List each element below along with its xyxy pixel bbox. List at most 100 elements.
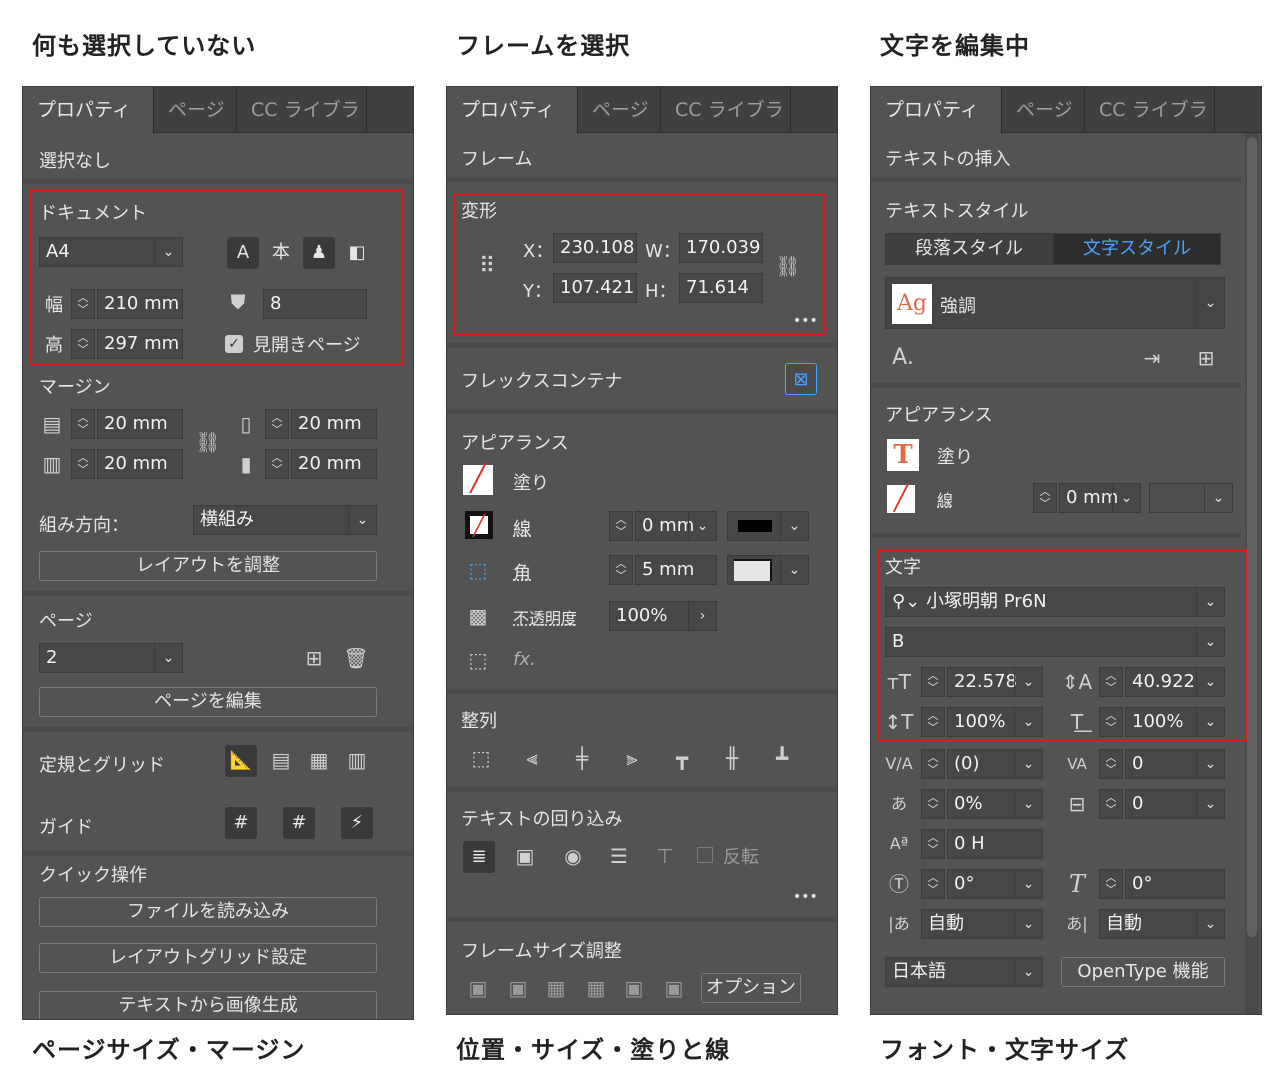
- tab-properties[interactable]: プロパティ: [871, 87, 1002, 134]
- scrollbar-thumb[interactable]: [1247, 137, 1257, 937]
- font-style-select[interactable]: B ⌄: [885, 627, 1225, 657]
- horizontal-scale-stepper[interactable]: ︿ ﹀: [1099, 707, 1123, 737]
- tab-pages[interactable]: ページ: [1002, 87, 1085, 133]
- tracking-stepper[interactable]: ︿ ﹀: [1099, 749, 1123, 779]
- horizontal-scale-select[interactable]: 100% ⌄: [1125, 707, 1225, 737]
- more-options-icon[interactable]: •••: [793, 889, 818, 905]
- baseline-grid-icon[interactable]: ▤: [265, 745, 297, 775]
- align-bottom-icon[interactable]: ┻: [767, 743, 797, 773]
- fitting-options-button[interactable]: オプション: [701, 973, 801, 1003]
- content-aware-fit-icon[interactable]: ▣: [659, 973, 689, 1003]
- fx-button[interactable]: fx.: [513, 649, 536, 670]
- aki-stepper[interactable]: ︿ ﹀: [1099, 789, 1123, 819]
- leading-stepper[interactable]: ︿ ﹀: [1099, 667, 1123, 697]
- aki-select[interactable]: 0 ⌄: [1125, 789, 1225, 819]
- stroke-type-select[interactable]: ⌄: [727, 511, 809, 541]
- tab-properties[interactable]: プロパティ: [23, 87, 154, 134]
- margin-outside-stepper[interactable]: ︿ ﹀: [265, 449, 289, 479]
- style-select[interactable]: Ag 強調 ⌄: [885, 277, 1225, 329]
- align-center-v-icon[interactable]: ╫: [717, 743, 747, 773]
- vertical-scale-stepper[interactable]: ︿ ﹀: [921, 707, 945, 737]
- corner-stepper[interactable]: ︿ ﹀: [609, 555, 633, 585]
- align-left-icon[interactable]: ⫷: [517, 743, 547, 773]
- skew-field[interactable]: 0°: [1125, 869, 1225, 899]
- scrollbar[interactable]: [1245, 133, 1259, 1014]
- opacity-field[interactable]: 100% ›: [609, 601, 717, 631]
- text-to-image-button[interactable]: テキストから画像生成: [39, 991, 377, 1019]
- tsume-select[interactable]: 0% ⌄: [947, 789, 1043, 819]
- margin-outside-field[interactable]: 20 mm: [291, 449, 377, 479]
- stroke-type-select[interactable]: ⌄: [1149, 483, 1233, 513]
- font-family-select[interactable]: ⚲⌄ 小塚明朝 Pr6N ⌄: [885, 587, 1225, 617]
- kerning-select[interactable]: (0) ⌄: [947, 749, 1043, 779]
- new-style-icon[interactable]: ⊞: [1191, 343, 1221, 373]
- link-margins-icon[interactable]: ⛓: [193, 427, 223, 457]
- margin-inside-field[interactable]: 20 mm: [291, 409, 377, 439]
- stroke-weight-select[interactable]: 0 mm ⌄: [635, 511, 717, 541]
- tab-pages[interactable]: ページ: [578, 87, 661, 133]
- add-page-icon[interactable]: ⊞: [299, 643, 329, 673]
- baseline-shift-field[interactable]: 0 H: [947, 829, 1043, 859]
- align-center-h-icon[interactable]: ╪: [567, 743, 597, 773]
- margin-top-field[interactable]: 20 mm: [97, 409, 183, 439]
- wrap-object-shape-icon[interactable]: ◉: [557, 841, 589, 871]
- clear-overrides-icon[interactable]: A.: [885, 343, 921, 373]
- language-select[interactable]: 日本語 ⌄: [885, 957, 1043, 987]
- tab-pages[interactable]: ページ: [154, 87, 237, 133]
- vertical-scale-select[interactable]: 100% ⌄: [947, 707, 1043, 737]
- font-size-stepper[interactable]: ︿ ﹀: [921, 667, 945, 697]
- fill-swatch-icon[interactable]: ╱: [463, 465, 493, 495]
- layout-grid-settings-button[interactable]: レイアウトグリッド設定: [39, 943, 377, 973]
- lock-guides-icon[interactable]: #: [283, 807, 315, 839]
- tab-cc-libraries[interactable]: CC ライブラ: [1085, 87, 1215, 133]
- tab-cc-libraries[interactable]: CC ライブラ: [237, 87, 367, 133]
- fit-frame-to-content-icon[interactable]: ▣: [503, 973, 533, 1003]
- document-grid-icon[interactable]: ▦: [303, 745, 335, 775]
- fill-frame-proportionally-icon[interactable]: ▣: [619, 973, 649, 1003]
- wrap-next-column-icon[interactable]: ⊤: [649, 841, 681, 871]
- tsume-stepper[interactable]: ︿ ﹀: [921, 789, 945, 819]
- aki-after-select[interactable]: 自動 ⌄: [1099, 909, 1225, 939]
- rotation-stepper[interactable]: ︿ ﹀: [921, 869, 945, 899]
- fit-proportionally-icon[interactable]: ▦: [581, 973, 611, 1003]
- corner-radius-field[interactable]: 5 mm: [635, 555, 717, 585]
- paragraph-style-tab[interactable]: 段落スタイル: [885, 233, 1053, 265]
- margin-bottom-stepper[interactable]: ︿ ﹀: [71, 449, 95, 479]
- center-content-icon[interactable]: ▦: [541, 973, 571, 1003]
- character-style-tab[interactable]: 文字スタイル: [1053, 233, 1221, 265]
- wrap-jump-object-icon[interactable]: ☰: [603, 841, 635, 871]
- font-size-select[interactable]: 22.578 ⌄: [947, 667, 1043, 697]
- stroke-swatch-icon[interactable]: ╱: [465, 511, 493, 539]
- corner-label[interactable]: 角: [513, 559, 531, 585]
- insert-text-label[interactable]: テキストの挿入: [885, 145, 1010, 171]
- fit-content-to-frame-icon[interactable]: ▣: [463, 973, 493, 1003]
- effects-frame-icon[interactable]: ⬚: [463, 645, 493, 675]
- layout-grid-icon[interactable]: ▥: [341, 745, 373, 775]
- wrap-bounding-box-icon[interactable]: ▣: [509, 841, 541, 871]
- align-to-selection-icon[interactable]: ⬚: [461, 743, 501, 773]
- text-stroke-swatch-icon[interactable]: ╱: [887, 485, 915, 513]
- stroke-stepper[interactable]: ︿ ﹀: [609, 511, 633, 541]
- margin-inside-stepper[interactable]: ︿ ﹀: [265, 409, 289, 439]
- show-guides-icon[interactable]: #: [225, 807, 257, 839]
- tab-properties[interactable]: プロパティ: [447, 87, 578, 134]
- ruler-icon[interactable]: 📐: [225, 745, 257, 777]
- opacity-label[interactable]: 不透明度: [513, 605, 577, 629]
- leading-select[interactable]: 40.922 ⌄: [1125, 667, 1225, 697]
- stroke-stepper[interactable]: ︿ ﹀: [1033, 483, 1057, 513]
- smart-guides-icon[interactable]: ⚡: [341, 807, 373, 839]
- align-right-icon[interactable]: ⫸: [617, 743, 647, 773]
- flex-container-icon[interactable]: ⊠: [785, 363, 817, 395]
- skew-stepper[interactable]: ︿ ﹀: [1099, 869, 1123, 899]
- rotation-select[interactable]: 0° ⌄: [947, 869, 1043, 899]
- tracking-select[interactable]: 0 ⌄: [1125, 749, 1225, 779]
- direction-select[interactable]: 横組み ⌄: [193, 505, 377, 535]
- wrap-none-icon[interactable]: ≣: [463, 841, 495, 873]
- adjust-layout-button[interactable]: レイアウトを調整: [39, 551, 377, 581]
- tab-cc-libraries[interactable]: CC ライブラ: [661, 87, 791, 133]
- stroke-label[interactable]: 線: [937, 487, 953, 511]
- corner-shape-select[interactable]: ⌄: [727, 555, 809, 585]
- stroke-label[interactable]: 線: [513, 515, 531, 541]
- page-select[interactable]: 2 ⌄: [39, 643, 183, 673]
- margin-top-stepper[interactable]: ︿ ﹀: [71, 409, 95, 439]
